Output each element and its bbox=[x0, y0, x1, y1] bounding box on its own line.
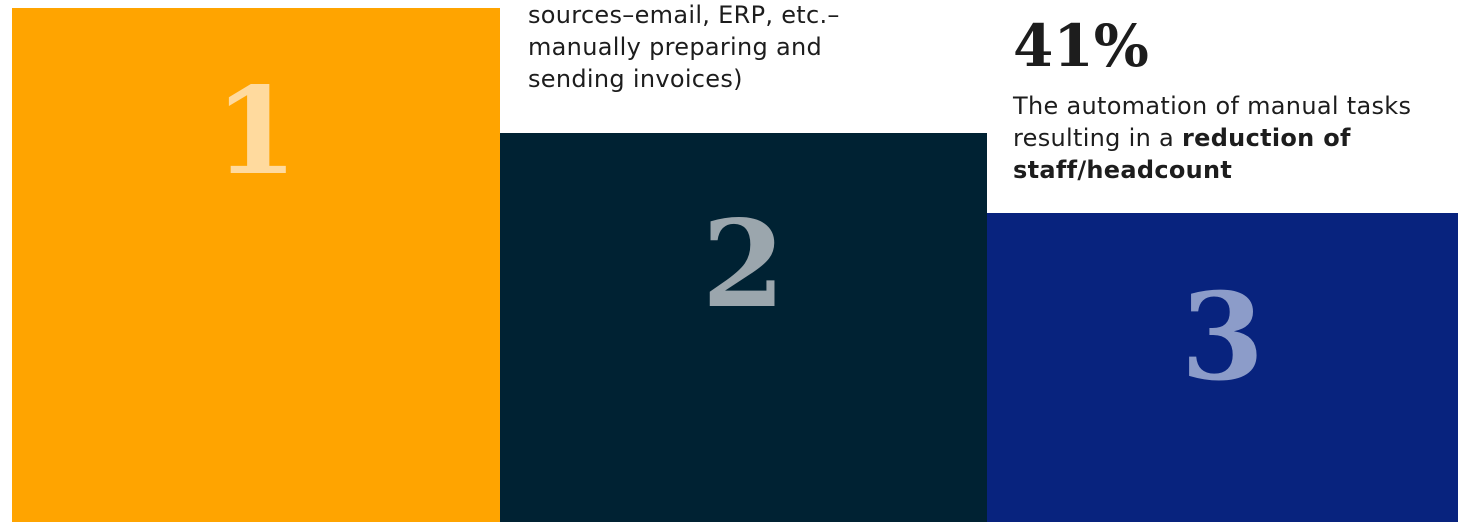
step-3-number: 3 bbox=[1180, 267, 1265, 408]
step-2-card: 2 bbox=[500, 133, 987, 522]
step-3-card: 3 bbox=[987, 213, 1458, 522]
step-2-text-line: manually preparing and bbox=[528, 33, 823, 61]
step-1-number: 1 bbox=[214, 61, 298, 202]
step-3-description: The automation of manual tasks resulting… bbox=[1013, 90, 1453, 186]
step-2-text-line: sending invoices) bbox=[528, 65, 743, 93]
step-1-card: 1 bbox=[12, 8, 500, 522]
step-3-stat: 41% bbox=[1013, 12, 1149, 80]
step-2-number: 2 bbox=[701, 194, 786, 335]
step-2-text: sources–email, ERP, etc.– manually prepa… bbox=[528, 0, 968, 95]
step-2-text-line: sources–email, ERP, etc.– bbox=[528, 1, 840, 29]
